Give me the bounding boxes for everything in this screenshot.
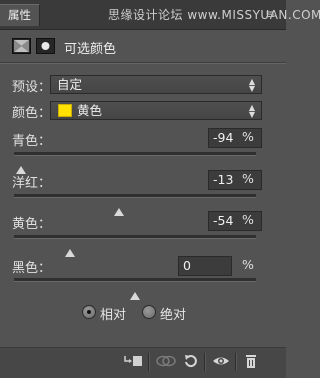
radio-absolute[interactable]	[142, 305, 156, 319]
clip-to-layer-icon[interactable]	[122, 353, 144, 371]
toolbar-separator	[148, 353, 150, 371]
visibility-toggle-icon[interactable]	[155, 353, 177, 371]
preset-label: 预设：	[12, 80, 52, 95]
black-label: 黑色：	[12, 261, 52, 276]
select-down-arrow-icon: ▼	[248, 110, 255, 119]
reset-icon[interactable]	[180, 353, 202, 371]
black-slider-track[interactable]	[14, 278, 256, 282]
yellow-label: 黄色：	[12, 217, 52, 232]
watermark-text: 思缘设计论坛 www.MISSYUAN.COM	[108, 8, 320, 22]
magenta-label: 洋红：	[12, 176, 52, 191]
preset-select[interactable]: 自定 ▲ ▼	[50, 75, 262, 94]
color-select[interactable]: 黄色 ▲ ▼	[50, 101, 262, 120]
select-down-arrow-icon: ▼	[248, 84, 255, 93]
black-unit: %	[242, 257, 254, 272]
magenta-unit: %	[242, 171, 254, 186]
yellow-slider-thumb[interactable]	[64, 249, 75, 257]
adjustment-layer-icon	[12, 38, 31, 54]
black-slider-thumb[interactable]	[130, 292, 140, 300]
preset-value: 自定	[57, 77, 83, 92]
yellow-slider-track[interactable]	[14, 235, 256, 239]
mask-icon[interactable]	[36, 38, 55, 54]
tab-properties[interactable]: 属性	[0, 4, 40, 26]
radio-relative-label: 相对	[100, 308, 127, 323]
color-value: 黄色	[77, 103, 103, 118]
toolbar-separator	[204, 353, 206, 371]
magenta-slider-thumb[interactable]	[114, 208, 125, 216]
eye-icon[interactable]	[210, 353, 232, 371]
color-swatch	[58, 104, 72, 117]
radio-selected-dot	[87, 310, 91, 314]
yellow-unit: %	[242, 212, 254, 227]
cyan-unit: %	[242, 129, 254, 144]
radio-relative[interactable]	[82, 305, 96, 319]
panel-title: 可选颜色	[64, 42, 117, 57]
toolbar-separator	[235, 353, 237, 371]
divider	[0, 62, 286, 64]
radio-absolute-label: 绝对	[160, 308, 187, 323]
black-input[interactable]: 0	[178, 256, 232, 276]
cyan-slider-track[interactable]	[14, 152, 256, 156]
cyan-label: 青色：	[12, 134, 52, 149]
trash-icon[interactable]	[240, 353, 262, 371]
color-label: 颜色：	[12, 106, 52, 121]
magenta-slider-track[interactable]	[14, 194, 256, 198]
panel-menu-icon[interactable]: ≡	[260, 3, 280, 25]
